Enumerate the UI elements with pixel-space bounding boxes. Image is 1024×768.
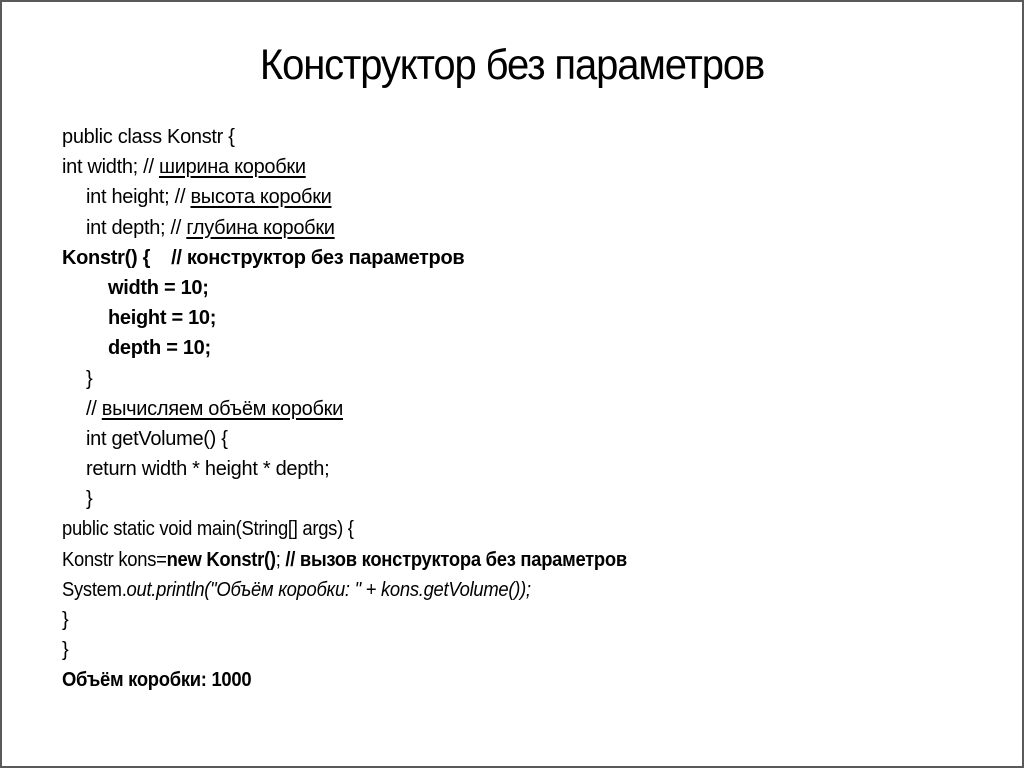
code-text: public class Konstr { <box>62 126 235 148</box>
code-line-class-decl: public class Konstr { <box>62 122 676 152</box>
code-line-width-assign: width = 10; <box>62 273 676 303</box>
code-text-italic: out.println("Объём коробки: " + kons.get… <box>126 578 532 601</box>
code-text: depth = 10; <box>108 337 211 360</box>
code-line-width-field: int width; // ширина коробки <box>62 152 676 182</box>
slide: Конструктор без параметров public class … <box>0 0 1024 768</box>
slide-title: Конструктор без параметров <box>259 41 765 89</box>
code-text: // <box>86 397 102 420</box>
code-line-println: System.out.println("Объём коробки: " + k… <box>62 575 676 605</box>
code-line-close-brace: } <box>62 635 676 665</box>
code-line-return: return width * height * depth; <box>62 454 676 484</box>
code-line-new-instance-content: Konstr kons=new Konstr(); // вызов конст… <box>62 545 627 575</box>
code-text: int width; // <box>62 156 159 179</box>
code-line-height-field: int height; // высота коробки <box>62 182 676 212</box>
program-output: Объём коробки: 1000 <box>62 665 676 695</box>
code-line-volume-comment: // вычисляем объём коробки <box>62 394 676 424</box>
code-text: height = 10; <box>108 307 217 330</box>
code-line-close-brace: } <box>62 605 676 635</box>
code-line-close-brace: } <box>62 364 676 394</box>
code-line-println-content: System.out.println("Объём коробки: " + k… <box>62 575 531 605</box>
code-text: return width * height * depth; <box>86 458 330 481</box>
code-comment: ширина коробки <box>158 156 306 179</box>
code-line-depth-field: int depth; // глубина коробки <box>62 213 676 243</box>
code-text: } <box>62 639 69 662</box>
code-text: width = 10; <box>108 276 209 299</box>
code-block: public class Konstr { int width; // шири… <box>62 122 676 696</box>
code-text: int height; // <box>86 186 191 209</box>
code-line-new-instance: Konstr kons=new Konstr(); // вызов конст… <box>62 545 676 575</box>
code-line-getvolume: int getVolume() { <box>62 424 676 454</box>
code-line-constructor: Konstr() { // конструктор без параметров <box>62 243 676 273</box>
code-comment-bold: // вызов конструктора без параметров <box>280 548 627 571</box>
code-text: System. <box>62 578 127 601</box>
code-comment: глубина коробки <box>186 216 335 239</box>
code-comment: высота коробки <box>190 186 332 209</box>
code-text: public static void main(String[] args) { <box>62 518 354 541</box>
code-text-bold: new Konstr() <box>166 548 276 571</box>
code-line-height-assign: height = 10; <box>62 303 676 333</box>
code-comment: вычисляем объём коробки <box>101 397 343 420</box>
code-text: } <box>86 488 93 511</box>
code-text: Konstr() { // конструктор без параметров <box>62 246 465 269</box>
code-text: int depth; // <box>86 216 187 239</box>
code-line-close-brace: } <box>62 484 676 514</box>
code-text: } <box>86 367 93 390</box>
code-text: } <box>62 609 69 631</box>
code-line-main: public static void main(String[] args) { <box>62 514 676 544</box>
code-line-depth-assign: depth = 10; <box>62 333 676 363</box>
code-text: Konstr kons= <box>62 548 167 571</box>
output-text: Объём коробки: 1000 <box>62 669 252 692</box>
code-text: int getVolume() { <box>86 427 228 450</box>
